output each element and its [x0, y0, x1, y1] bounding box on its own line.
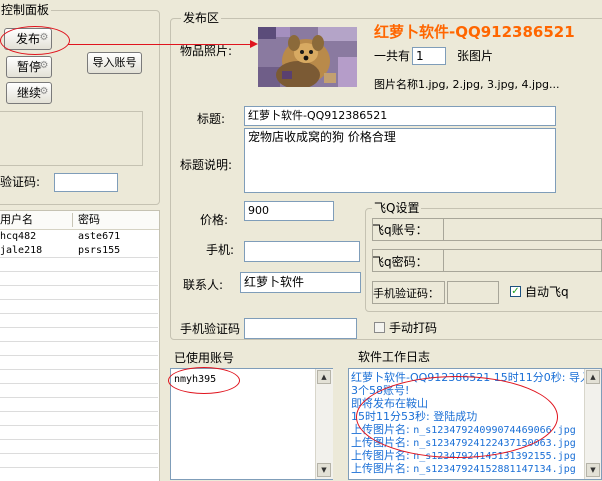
- image-names: 图片名称1.jpg, 2.jpg, 3.jpg, 4.jpg...: [374, 78, 560, 91]
- row-password: psrs155: [78, 245, 121, 256]
- dog-photo-image: [258, 27, 357, 87]
- feiq-group-title: 飞Q设置: [372, 201, 422, 215]
- grid-line: [0, 453, 158, 454]
- pause-button-label: 暂停: [16, 60, 41, 74]
- price-input[interactable]: 900: [244, 201, 334, 221]
- scroll-up-arrow[interactable]: ▲: [586, 370, 600, 384]
- chain-icon: ⚙: [39, 86, 49, 97]
- grid-line: [0, 411, 158, 412]
- import-accounts-label: 导入账号: [92, 56, 137, 69]
- auto-feiq-label: 自动飞q: [525, 285, 569, 299]
- log-title: 软件工作日志: [358, 350, 431, 364]
- grid-line: [0, 467, 158, 468]
- captcha-input[interactable]: [54, 173, 118, 192]
- table-row[interactable]: hcq482 aste671: [0, 230, 159, 243]
- count-prefix: 一共有: [374, 49, 411, 63]
- accounts-table-header: 用户名 密码: [0, 211, 159, 230]
- price-label: 价格:: [200, 213, 229, 227]
- control-panel-title: 控制面板: [0, 3, 52, 17]
- continue-button[interactable]: 继续 ⚙: [6, 82, 52, 104]
- grid-line: [0, 313, 158, 314]
- log-line-text: 上传图片名:: [351, 462, 414, 475]
- contact-label: 联系人:: [183, 278, 224, 292]
- grid-line: [0, 369, 158, 370]
- phone-captcha-input[interactable]: [244, 318, 357, 339]
- used-accounts-scrollbar[interactable]: ▲ ▼: [315, 369, 333, 479]
- publish-group-title: 发布区: [181, 11, 222, 25]
- grid-line: [0, 425, 158, 426]
- auto-feiq-checkbox[interactable]: ✓: [510, 286, 521, 297]
- scroll-up-arrow[interactable]: ▲: [317, 370, 331, 384]
- import-accounts-button[interactable]: 导入账号: [87, 52, 142, 74]
- feiq-phone-captcha-input[interactable]: [447, 281, 499, 304]
- log-scrollbar[interactable]: ▲ ▼: [584, 369, 601, 479]
- header-divider: [72, 213, 73, 227]
- grid-line: [0, 327, 158, 328]
- photo-label: 物品照片:: [180, 44, 233, 58]
- continue-button-label: 继续: [16, 86, 41, 100]
- grid-line: [0, 439, 158, 440]
- description-textarea[interactable]: 宠物店收成窝的狗 价格合理: [244, 128, 556, 193]
- row-username: jale218: [0, 245, 43, 256]
- manual-captcha-checkbox[interactable]: [374, 322, 385, 333]
- phone-label: 手机:: [206, 243, 235, 257]
- annotation-circle-used-account: [168, 367, 240, 394]
- grid-line: [0, 285, 158, 286]
- header-username: 用户名: [0, 213, 33, 226]
- phone-captcha-label: 手机验证码: [180, 322, 241, 336]
- pause-button[interactable]: 暂停 ⚙: [6, 56, 52, 78]
- accounts-table[interactable]: 用户名 密码 hcq482 aste671 jale218 psrs155: [0, 210, 160, 481]
- log-line-file: n_s12347924152881147134.jpg: [413, 464, 576, 475]
- grid-line: [0, 383, 158, 384]
- grid-line: [0, 299, 158, 300]
- annotation-arrow-head: [250, 40, 258, 48]
- header-password: 密码: [78, 213, 100, 226]
- feiq-account-field[interactable]: [443, 218, 602, 241]
- title-input[interactable]: 红萝卜软件-QQ912386521: [244, 106, 556, 126]
- chain-icon: ⚙: [39, 60, 49, 71]
- brand-title: 红萝卜软件-QQ912386521: [374, 23, 575, 41]
- scroll-down-arrow[interactable]: ▼: [317, 463, 331, 477]
- phone-input[interactable]: [244, 241, 360, 262]
- description-label: 标题说明:: [180, 158, 233, 172]
- feiq-phone-captcha-box: [372, 281, 445, 304]
- status-box: [0, 111, 143, 166]
- annotation-circle-log: [356, 376, 558, 458]
- grid-line: [0, 341, 158, 342]
- row-password: aste671: [78, 231, 121, 242]
- feiq-password-field[interactable]: [443, 249, 602, 272]
- grid-line: [0, 271, 158, 272]
- count-suffix: 张图片: [457, 49, 494, 63]
- item-photo[interactable]: [258, 27, 357, 87]
- annotation-circle-publish: [0, 26, 70, 55]
- contact-input[interactable]: 红萝卜软件: [240, 272, 361, 293]
- grid-line: [0, 397, 158, 398]
- grid-line: [0, 355, 158, 356]
- annotation-arrow-line: [68, 44, 256, 45]
- captcha-label: 验证码:: [0, 175, 41, 189]
- row-username: hcq482: [0, 231, 37, 242]
- used-accounts-title: 已使用账号: [174, 351, 235, 365]
- table-row[interactable]: jale218 psrs155: [0, 244, 159, 257]
- scroll-down-arrow[interactable]: ▼: [586, 463, 600, 477]
- log-line: 上传图片名: n_s12347924152881147134.jpg: [351, 463, 591, 476]
- manual-captcha-label: 手动打码: [389, 321, 438, 335]
- grid-line: [0, 257, 158, 258]
- title-label: 标题:: [197, 112, 226, 126]
- image-count-input[interactable]: 1: [412, 47, 446, 65]
